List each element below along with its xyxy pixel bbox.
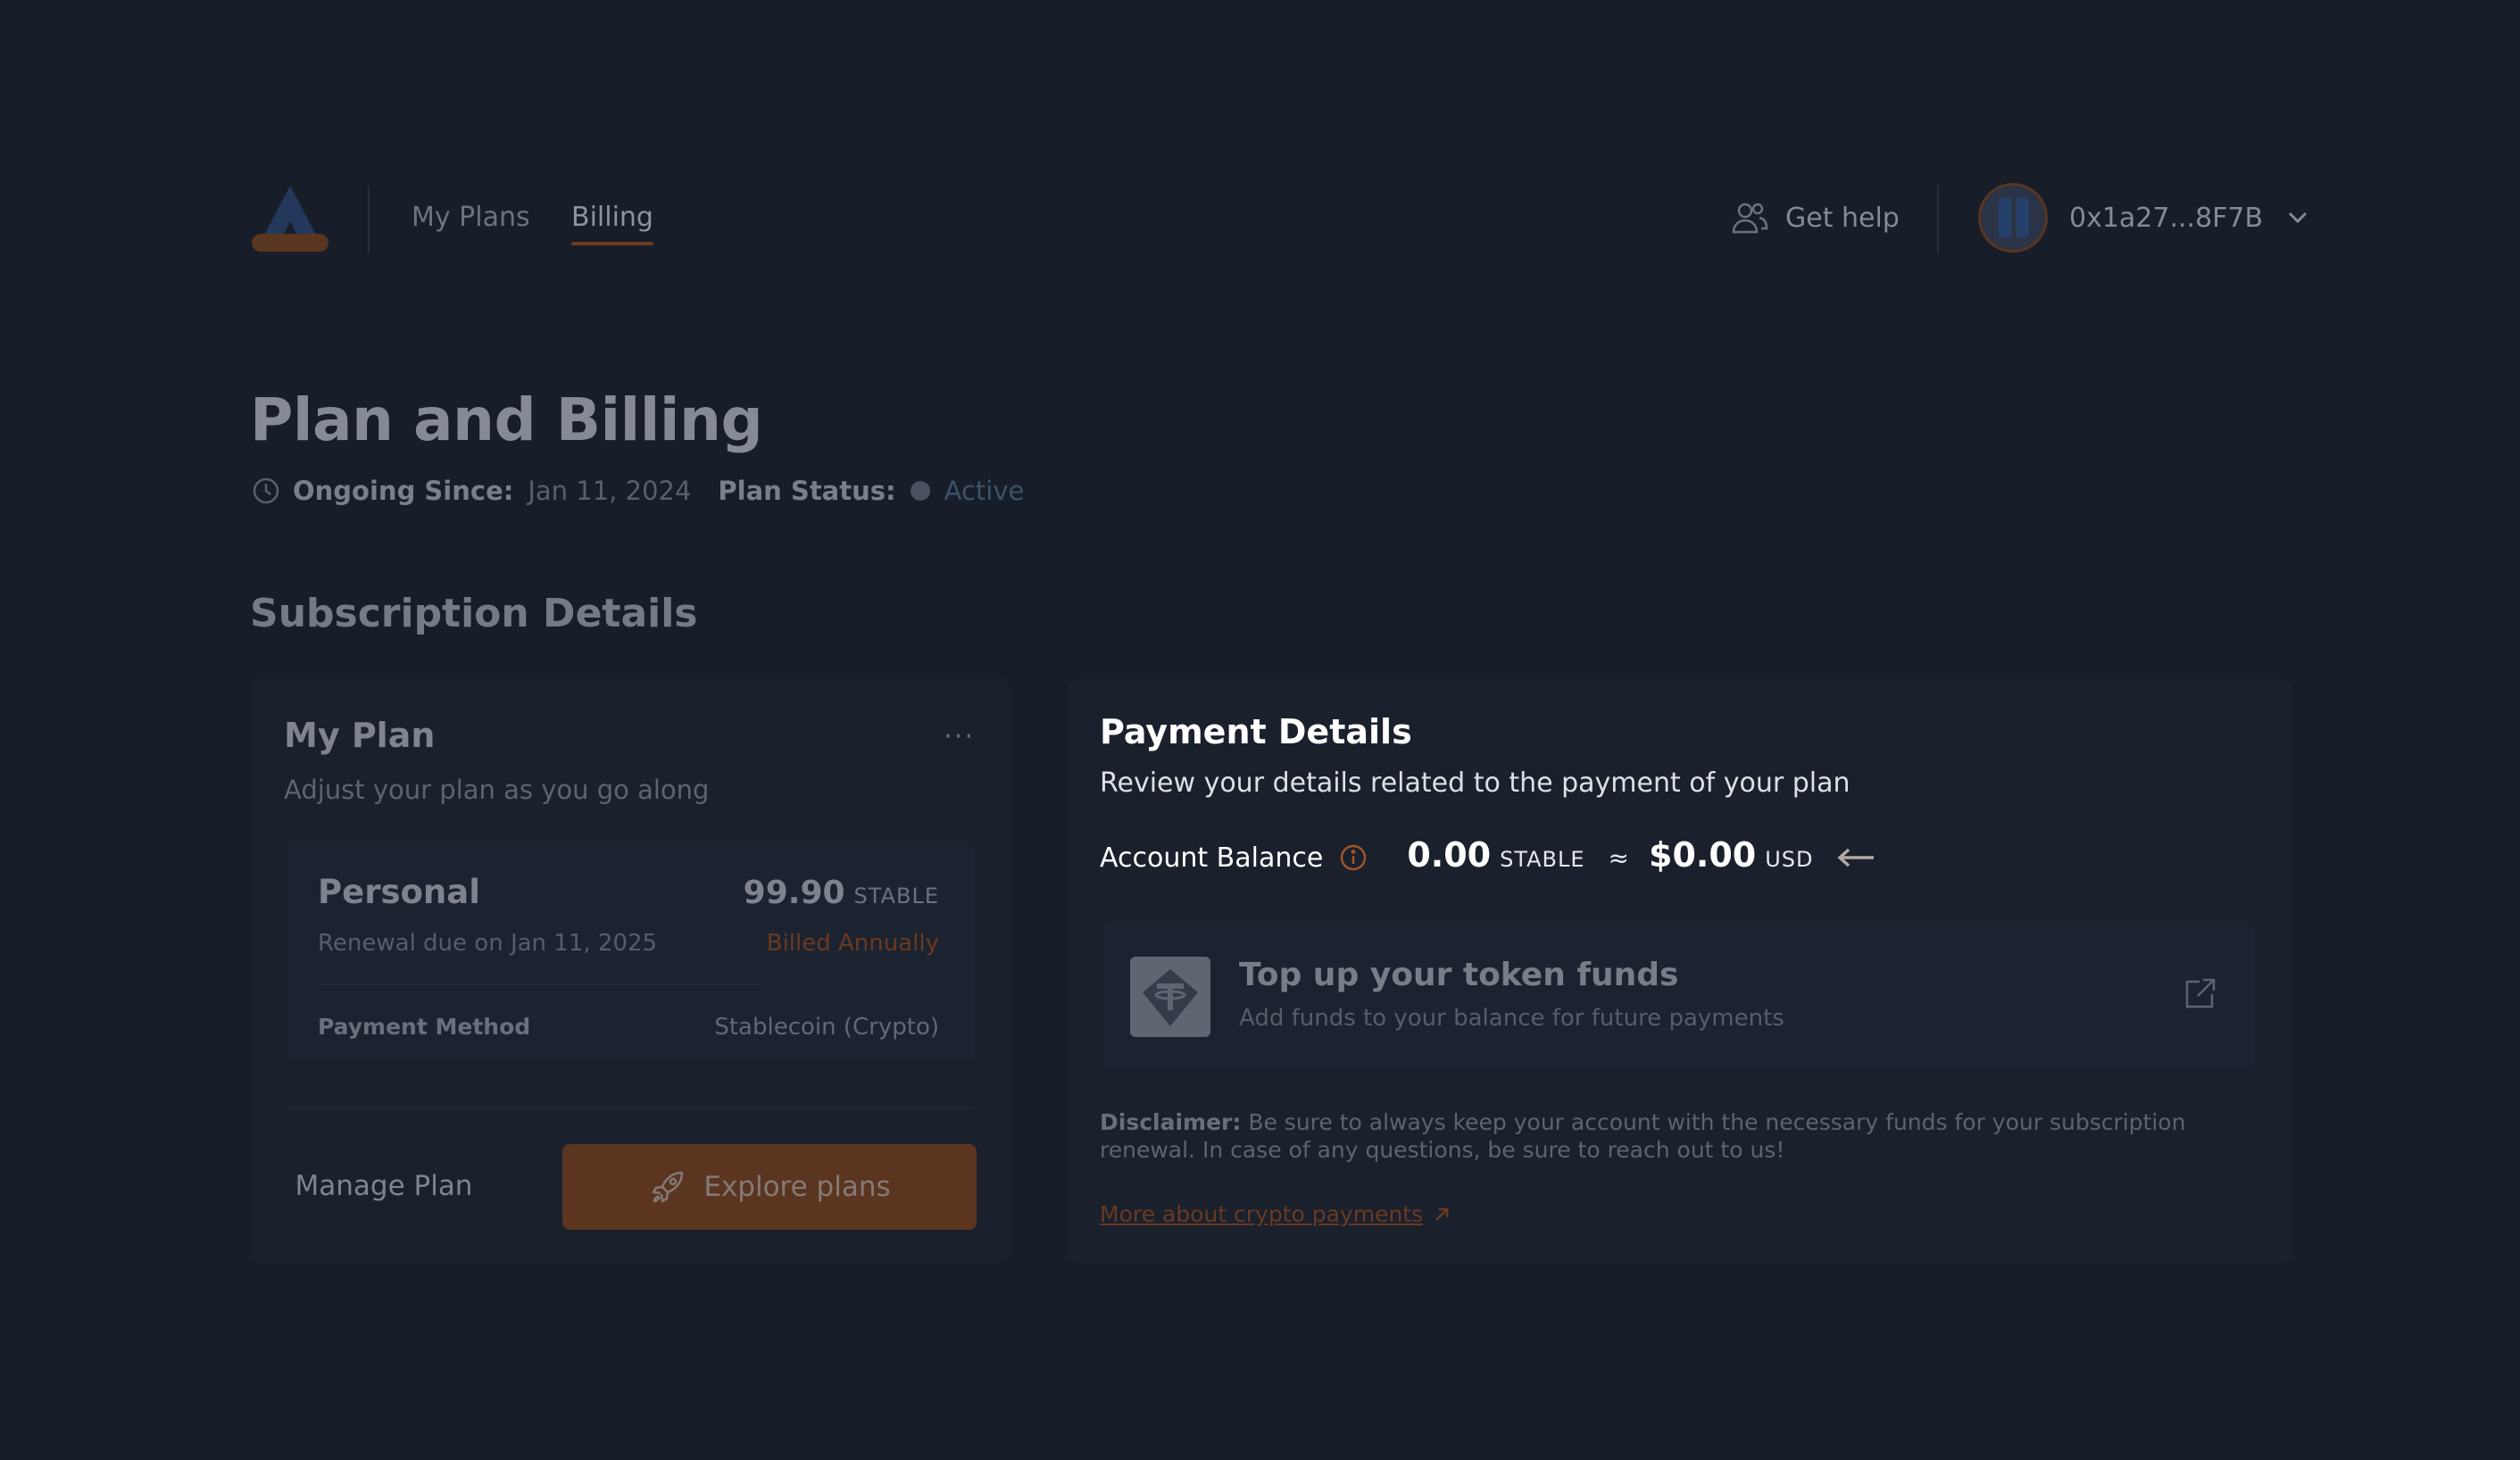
status-dot-icon <box>910 481 930 501</box>
plan-status-label: Plan Status: <box>718 476 896 506</box>
account-menu[interactable]: 0x1a27...8F7B <box>1978 183 2311 253</box>
payment-method-value: Stablecoin (Crypto) <box>714 1014 939 1041</box>
disclaimer-label: Disclaimer: <box>1100 1109 1242 1135</box>
more-options-icon[interactable]: ··· <box>944 721 975 752</box>
tether-token-icon <box>1130 957 1210 1037</box>
avatar <box>1978 183 2048 253</box>
external-link-icon <box>2185 978 2216 1008</box>
top-up-title: Top up your token funds <box>1239 957 1679 993</box>
tab-billing[interactable]: Billing <box>571 202 653 245</box>
plan-price: 99.90 STABLE <box>744 875 939 911</box>
balance-amount: 0.00 <box>1407 835 1492 875</box>
disclaimer: Disclaimer: Be sure to always keep your … <box>1100 1108 2260 1164</box>
renewal-date: Renewal due on Jan 11, 2025 <box>318 930 658 957</box>
payment-method-label: Payment Method <box>318 1014 531 1040</box>
account-balance: Account Balance 0.00 STABLE ≈ $0.00 USD <box>1100 835 1875 875</box>
nav-divider <box>1937 186 1939 253</box>
my-plan-title: My Plan <box>284 716 436 755</box>
logo[interactable] <box>250 184 330 255</box>
plan-meta: Ongoing Since: Jan 11, 2024 Plan Status:… <box>252 476 1024 506</box>
get-help-label: Get help <box>1785 202 1900 234</box>
arrow-left-icon <box>1837 848 1875 867</box>
explore-plans-button[interactable]: Explore plans <box>562 1144 977 1230</box>
nav-divider <box>368 186 370 253</box>
top-up-subtitle: Add funds to your balance for future pay… <box>1239 1005 1784 1032</box>
approx-symbol: ≈ <box>1608 843 1629 873</box>
usd-amount: $0.00 <box>1649 835 1757 875</box>
plan-name: Personal <box>318 873 480 911</box>
clock-icon <box>253 477 279 504</box>
payment-details-title: Payment Details <box>1100 712 1412 751</box>
explore-plans-label: Explore plans <box>703 1171 891 1203</box>
page: My Plans Billing Get help 0x1a27...8F7B … <box>0 0 2520 1460</box>
plan-price-unit: STABLE <box>853 883 939 908</box>
page-title: Plan and Billing <box>250 386 763 454</box>
rocket-icon <box>653 1171 684 1203</box>
billing-cycle: Billed Annually <box>766 930 939 957</box>
ongoing-since-label: Ongoing Since: <box>293 476 514 506</box>
balance-unit: STABLE <box>1500 847 1585 872</box>
info-icon[interactable] <box>1339 843 1368 872</box>
payment-details-subtitle: Review your details related to the payme… <box>1100 767 1850 799</box>
get-help-button[interactable]: Get help <box>1730 198 1900 237</box>
divider <box>318 983 764 985</box>
my-plan-subtitle: Adjust your plan as you go along <box>284 775 710 805</box>
top-up-funds-link[interactable]: Top up your token funds Add funds to you… <box>1100 921 2255 1067</box>
plan-status-value: Active <box>944 476 1025 506</box>
tab-my-plans[interactable]: My Plans <box>412 202 530 233</box>
my-plan-card: My Plan ··· Adjust your plan as you go a… <box>250 678 1010 1264</box>
chevron-down-icon <box>2289 212 2308 224</box>
ongoing-since-value: Jan 11, 2024 <box>528 476 692 506</box>
payment-details-card: Payment Details Review your details rela… <box>1068 678 2292 1264</box>
account-balance-label: Account Balance <box>1100 842 1324 874</box>
manage-plan-button[interactable]: Manage Plan <box>286 1144 482 1228</box>
crypto-payments-link-label: More about crypto payments <box>1100 1201 1424 1227</box>
account-address: 0x1a27...8F7B <box>2069 202 2264 234</box>
crypto-payments-link[interactable]: More about crypto payments <box>1100 1201 1451 1227</box>
plan-price-value: 99.90 <box>743 875 845 911</box>
section-title: Subscription Details <box>250 591 698 636</box>
divider <box>284 1107 975 1108</box>
disclaimer-text: Be sure to always keep your account with… <box>1100 1109 2186 1163</box>
users-icon <box>1732 203 1768 234</box>
arrow-up-right-icon <box>1435 1207 1449 1221</box>
usd-unit: USD <box>1765 847 1814 872</box>
plan-summary: Personal 99.90 STABLE Renewal due on Jan … <box>284 841 975 1060</box>
